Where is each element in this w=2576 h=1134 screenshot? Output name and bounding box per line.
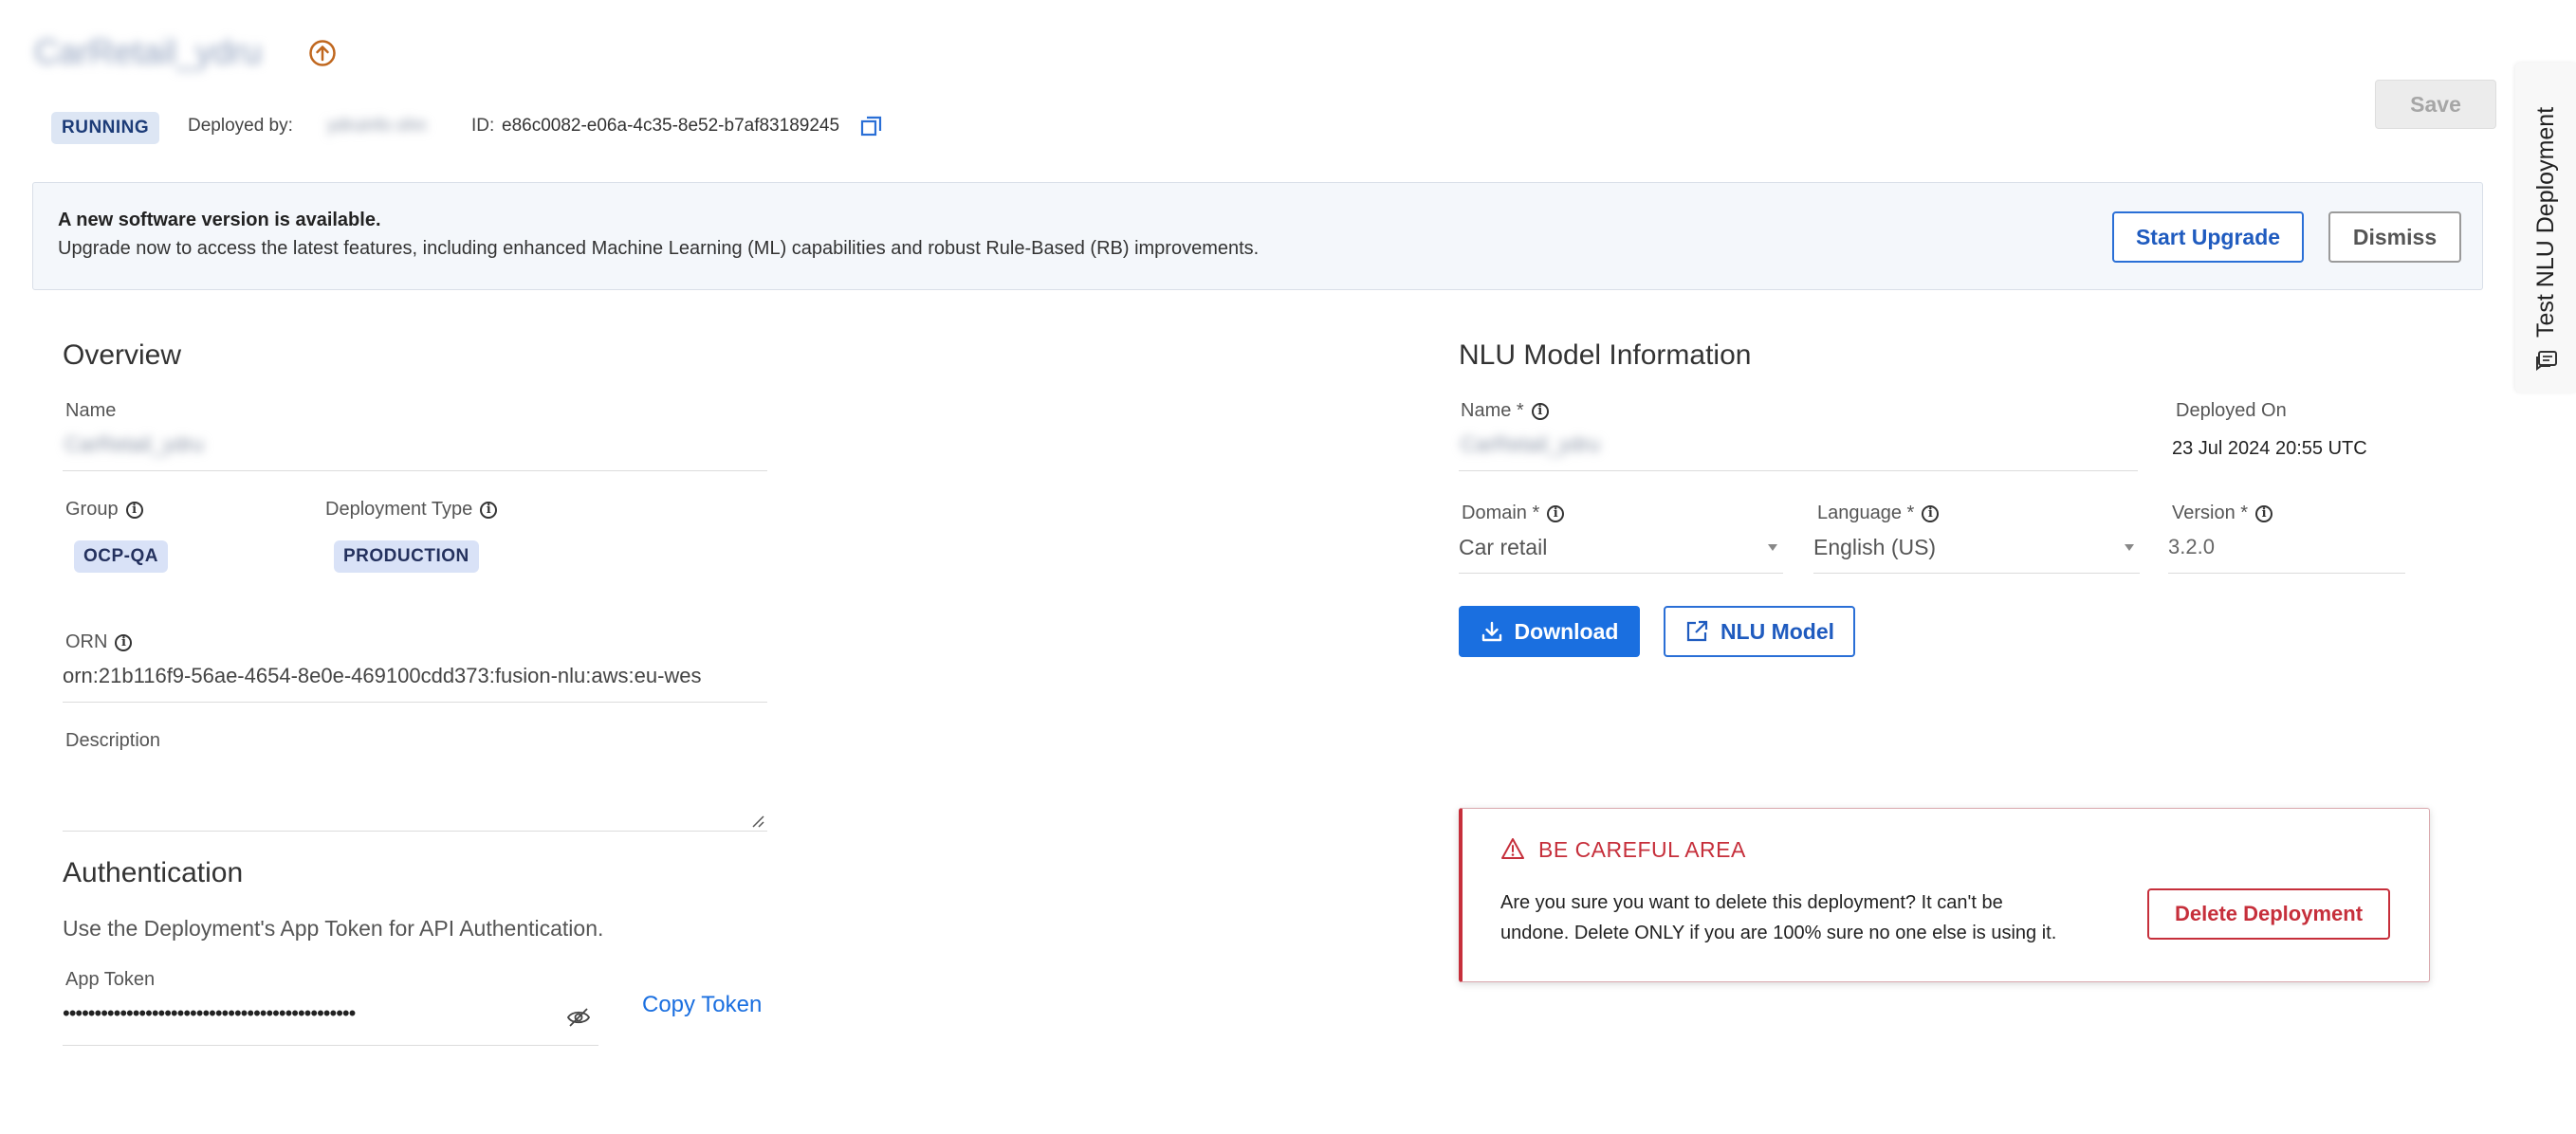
- version-info-icon[interactable]: i: [2255, 504, 2273, 522]
- nlu-name-label: Name * i: [1461, 400, 1549, 422]
- group-chip: OCP-QA: [74, 540, 168, 573]
- dismiss-label: Dismiss: [2352, 224, 2438, 249]
- name-field[interactable]: CarRetail_ydru: [63, 427, 767, 471]
- deployment-id: e86c0082-e06a-4c35-8e52-b7af83189245: [502, 116, 840, 136]
- language-chevron-down-icon: [2125, 544, 2134, 551]
- download-icon: [1481, 621, 1501, 642]
- language-label: Language * i: [1817, 503, 1940, 524]
- test-nlu-deployment-label: Test NLU Deployment: [2532, 106, 2559, 338]
- deployment-name: CarRetail_ydru: [34, 32, 263, 71]
- orn-field[interactable]: orn:21b116f9-56ae-4654-8e0e-469100cdd373…: [63, 658, 767, 703]
- deployment-type-chip: PRODUCTION: [334, 540, 479, 573]
- app-token-value: ••••••••••••••••••••••••••••••••••••••••…: [63, 1001, 356, 1025]
- save-button[interactable]: Save: [2375, 80, 2496, 129]
- chat-icon: [2536, 351, 2557, 371]
- danger-message-line1: Are you sure you want to delete this dep…: [1500, 892, 2003, 913]
- danger-message-line2: undone. Delete ONLY if you are 100% sure…: [1500, 923, 2057, 943]
- test-nlu-deployment-tab[interactable]: Test NLU Deployment: [2515, 63, 2576, 393]
- nlu-name-field[interactable]: CarRetail_ydru: [1459, 427, 2138, 471]
- name-label: Name: [65, 400, 117, 421]
- orn-info-icon[interactable]: i: [115, 633, 133, 651]
- banner-message: Upgrade now to access the latest feature…: [58, 238, 1260, 259]
- nlu-name-value: CarRetail_ydru: [1461, 432, 1600, 456]
- domain-label-text: Domain *: [1462, 503, 1540, 523]
- status-badge: RUNNING: [51, 112, 160, 144]
- version-field[interactable]: 3.2.0: [2168, 529, 2405, 574]
- upgrade-banner: A new software version is available. Upg…: [32, 182, 2483, 290]
- nlu-model-button[interactable]: NLU Model: [1664, 606, 1855, 657]
- eye-off-icon[interactable]: [566, 1007, 591, 1028]
- deployed-on-label: Deployed On: [2176, 400, 2287, 421]
- nlu-model-info-title: NLU Model Information: [1459, 339, 1752, 371]
- orn-label: ORN i: [65, 631, 133, 653]
- deployed-by-label: Deployed by:: [188, 116, 293, 136]
- external-link-icon: [1686, 620, 1708, 642]
- copy-token-link[interactable]: Copy Token: [642, 992, 762, 1018]
- save-button-label: Save: [2410, 91, 2461, 117]
- dismiss-button[interactable]: Dismiss: [2328, 211, 2461, 263]
- app-token-field[interactable]: ••••••••••••••••••••••••••••••••••••••••…: [63, 996, 598, 1046]
- deployment-type-label: Deployment Type i: [325, 499, 498, 521]
- group-label: Group i: [65, 499, 143, 521]
- deployment-type-info-icon[interactable]: i: [480, 501, 498, 519]
- orn-value: orn:21b116f9-56ae-4654-8e0e-469100cdd373…: [63, 664, 702, 687]
- version-label-text: Version *: [2172, 503, 2249, 523]
- version-label: Version * i: [2172, 503, 2273, 524]
- authentication-title: Authentication: [63, 857, 244, 888]
- version-value: 3.2.0: [2168, 535, 2215, 558]
- danger-zone-card: BE CAREFUL AREA Are you sure you want to…: [1459, 808, 2430, 982]
- start-upgrade-label: Start Upgrade: [2135, 224, 2281, 249]
- deployed-by-value: ydruinfo ohn: [327, 116, 427, 136]
- warning-icon: [1501, 838, 1524, 859]
- nlu-name-label-text: Name *: [1461, 400, 1524, 421]
- name-value: CarRetail_ydru: [64, 432, 204, 456]
- domain-info-icon[interactable]: i: [1547, 504, 1565, 522]
- delete-deployment-label: Delete Deployment: [2174, 902, 2364, 925]
- delete-deployment-button[interactable]: Delete Deployment: [2147, 888, 2390, 940]
- language-value: English (US): [1813, 535, 1937, 559]
- domain-value: Car retail: [1459, 535, 1548, 559]
- download-label: Download: [1514, 618, 1619, 644]
- nlu-name-info-icon[interactable]: i: [1531, 402, 1549, 420]
- danger-title: BE CAREFUL AREA: [1538, 837, 1746, 862]
- start-upgrade-button[interactable]: Start Upgrade: [2112, 211, 2304, 263]
- group-info-icon[interactable]: i: [125, 501, 143, 519]
- download-button[interactable]: Download: [1459, 606, 1640, 657]
- orn-label-text: ORN: [65, 631, 108, 652]
- language-select[interactable]: English (US): [1813, 529, 2140, 574]
- deployed-on-value: 23 Jul 2024 20:55 UTC: [2172, 438, 2367, 459]
- nlu-model-label: NLU Model: [1720, 618, 1835, 644]
- id-label: ID:: [471, 116, 495, 136]
- app-token-label: App Token: [65, 969, 156, 990]
- banner-title: A new software version is available.: [58, 210, 381, 230]
- domain-label: Domain * i: [1462, 503, 1565, 524]
- language-label-text: Language *: [1817, 503, 1915, 523]
- copy-id-icon[interactable]: [859, 114, 884, 138]
- group-label-text: Group: [65, 499, 119, 520]
- domain-chevron-down-icon: [1768, 544, 1777, 551]
- language-info-icon[interactable]: i: [1922, 504, 1940, 522]
- authentication-subtitle: Use the Deployment's App Token for API A…: [63, 916, 604, 941]
- overview-title: Overview: [63, 339, 182, 371]
- upgrade-available-icon[interactable]: [308, 39, 337, 67]
- domain-select[interactable]: Car retail: [1459, 529, 1783, 574]
- description-label: Description: [65, 730, 161, 751]
- description-textarea[interactable]: [63, 757, 767, 832]
- resize-handle-icon[interactable]: [750, 814, 765, 829]
- deployment-type-label-text: Deployment Type: [325, 499, 473, 520]
